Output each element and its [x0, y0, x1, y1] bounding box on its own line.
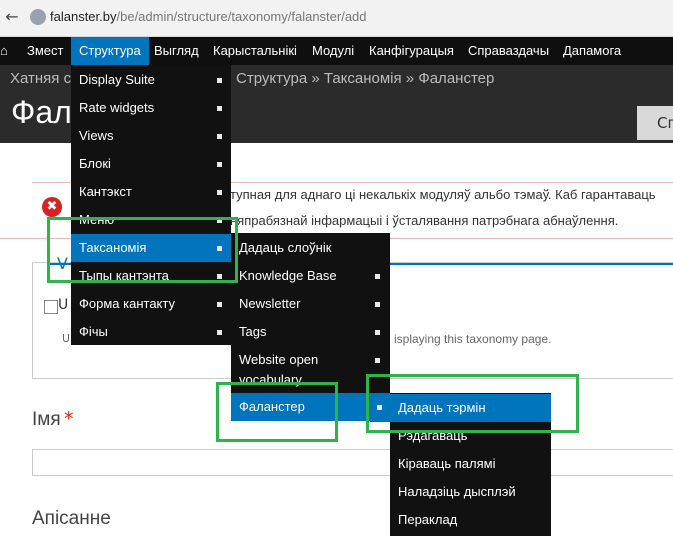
menu-item-blocks[interactable]: Блокі: [71, 150, 231, 178]
menu-item-label: Tags: [239, 324, 267, 339]
error-icon: ✖: [42, 197, 62, 217]
required-mark: *: [64, 408, 74, 430]
menu-item-label: Display Suite: [79, 72, 155, 87]
menu-item-label: Views: [79, 128, 114, 143]
submenu-bullet-icon: [217, 330, 222, 335]
breadcrumb-home[interactable]: Хатняя с: [10, 70, 71, 87]
menu-item-label: Кантэкст: [79, 184, 132, 199]
fieldset-description: isplaying this taxonomy page.: [394, 332, 552, 346]
menu-item-label: Newsletter: [239, 296, 301, 311]
submenu-bullet-icon: [375, 274, 380, 279]
url-path: /be/admin/structure/taxonomy/falanster/a…: [116, 9, 367, 24]
menu-item-contact-form[interactable]: Форма кантакту: [71, 290, 231, 318]
menu-item-label: Кіраваць палямі: [398, 456, 496, 471]
checkbox-label: U: [58, 297, 69, 313]
toolbar-item-help[interactable]: Дапамога: [563, 37, 621, 65]
menu-item-label: Дадаць слоўнік: [239, 240, 332, 255]
toolbar-item-content[interactable]: Змест: [27, 37, 63, 65]
menu-item-views[interactable]: Views: [71, 122, 231, 150]
home-icon[interactable]: ⌂: [0, 37, 12, 58]
menu-item-label: Rate widgets: [79, 100, 155, 115]
submenu-bullet-icon: [217, 162, 222, 167]
name-label: Імя: [32, 409, 61, 430]
toolbar-item-people[interactable]: Карыстальнікі: [213, 37, 297, 65]
menu-item-newsletter[interactable]: Newsletter: [231, 290, 390, 318]
name-input[interactable]: [32, 449, 673, 476]
menu-item-translate[interactable]: Пераклад: [390, 506, 551, 534]
highlight-falanster: [216, 382, 338, 442]
back-arrow-icon[interactable]: ←: [2, 7, 22, 27]
menu-item-display-suite[interactable]: Display Suite: [71, 66, 231, 94]
page-icon: [30, 9, 46, 25]
highlight-taxonomy: [47, 217, 238, 283]
submenu-bullet-icon: [375, 358, 380, 363]
shortcut-button[interactable]: Сп: [637, 106, 673, 140]
highlight-add-term: [366, 374, 579, 433]
menu-item-context[interactable]: Кантэкст: [71, 178, 231, 206]
toolbar-item-structure[interactable]: Структура: [71, 37, 149, 65]
menu-item-label: Наладзіць дысплэй: [398, 484, 516, 499]
menu-item-label: Блокі: [79, 156, 111, 171]
description-label: Апісанне: [32, 508, 111, 529]
menu-item-label: Knowledge Base: [239, 268, 337, 283]
admin-toolbar: ⌂ Змест Структура Выгляд Карыстальнікі М…: [0, 37, 673, 65]
url-field[interactable]: falanster.by/be/admin/structure/taxonomy…: [50, 9, 367, 25]
structure-menu: Display Suite Rate widgets Views Блокі К…: [71, 65, 231, 345]
menu-item-manage-display[interactable]: Наладзіць дысплэй: [390, 478, 551, 506]
menu-item-label: Фічы: [79, 324, 108, 339]
menu-item-knowledge-base[interactable]: Knowledge Base: [231, 262, 390, 290]
toolbar-item-configuration[interactable]: Канфігурацыя: [369, 37, 454, 65]
menu-item-tags[interactable]: Tags: [231, 318, 390, 346]
menu-item-rate-widgets[interactable]: Rate widgets: [71, 94, 231, 122]
submenu-bullet-icon: [217, 78, 222, 83]
breadcrumb[interactable]: Структура » Таксаномія » Фаланстер: [236, 70, 494, 87]
fieldset-description-start: U: [62, 332, 71, 345]
submenu-bullet-icon: [375, 302, 380, 307]
toolbar-item-reports[interactable]: Справаздачы: [468, 37, 549, 65]
submenu-bullet-icon: [375, 330, 380, 335]
menu-item-label: Пераклад: [398, 512, 458, 527]
fieldset-checkbox[interactable]: [44, 300, 58, 314]
menu-item-add-vocabulary[interactable]: Дадаць слоўнік: [231, 234, 390, 262]
submenu-bullet-icon: [217, 106, 222, 111]
menu-item-features[interactable]: Фічы: [71, 318, 231, 346]
url-host: falanster.by: [50, 9, 117, 24]
menu-item-label: Форма кантакту: [79, 296, 175, 311]
submenu-bullet-icon: [217, 134, 222, 139]
toolbar-item-appearance[interactable]: Выгляд: [154, 37, 199, 65]
toolbar-item-modules[interactable]: Модулі: [312, 37, 354, 65]
submenu-bullet-icon: [217, 302, 222, 307]
error-message: тупная для аднаго ці некалькіх модуляў а…: [230, 187, 656, 228]
menu-item-manage-fields[interactable]: Кіраваць палямі: [390, 450, 551, 478]
submenu-bullet-icon: [217, 190, 222, 195]
